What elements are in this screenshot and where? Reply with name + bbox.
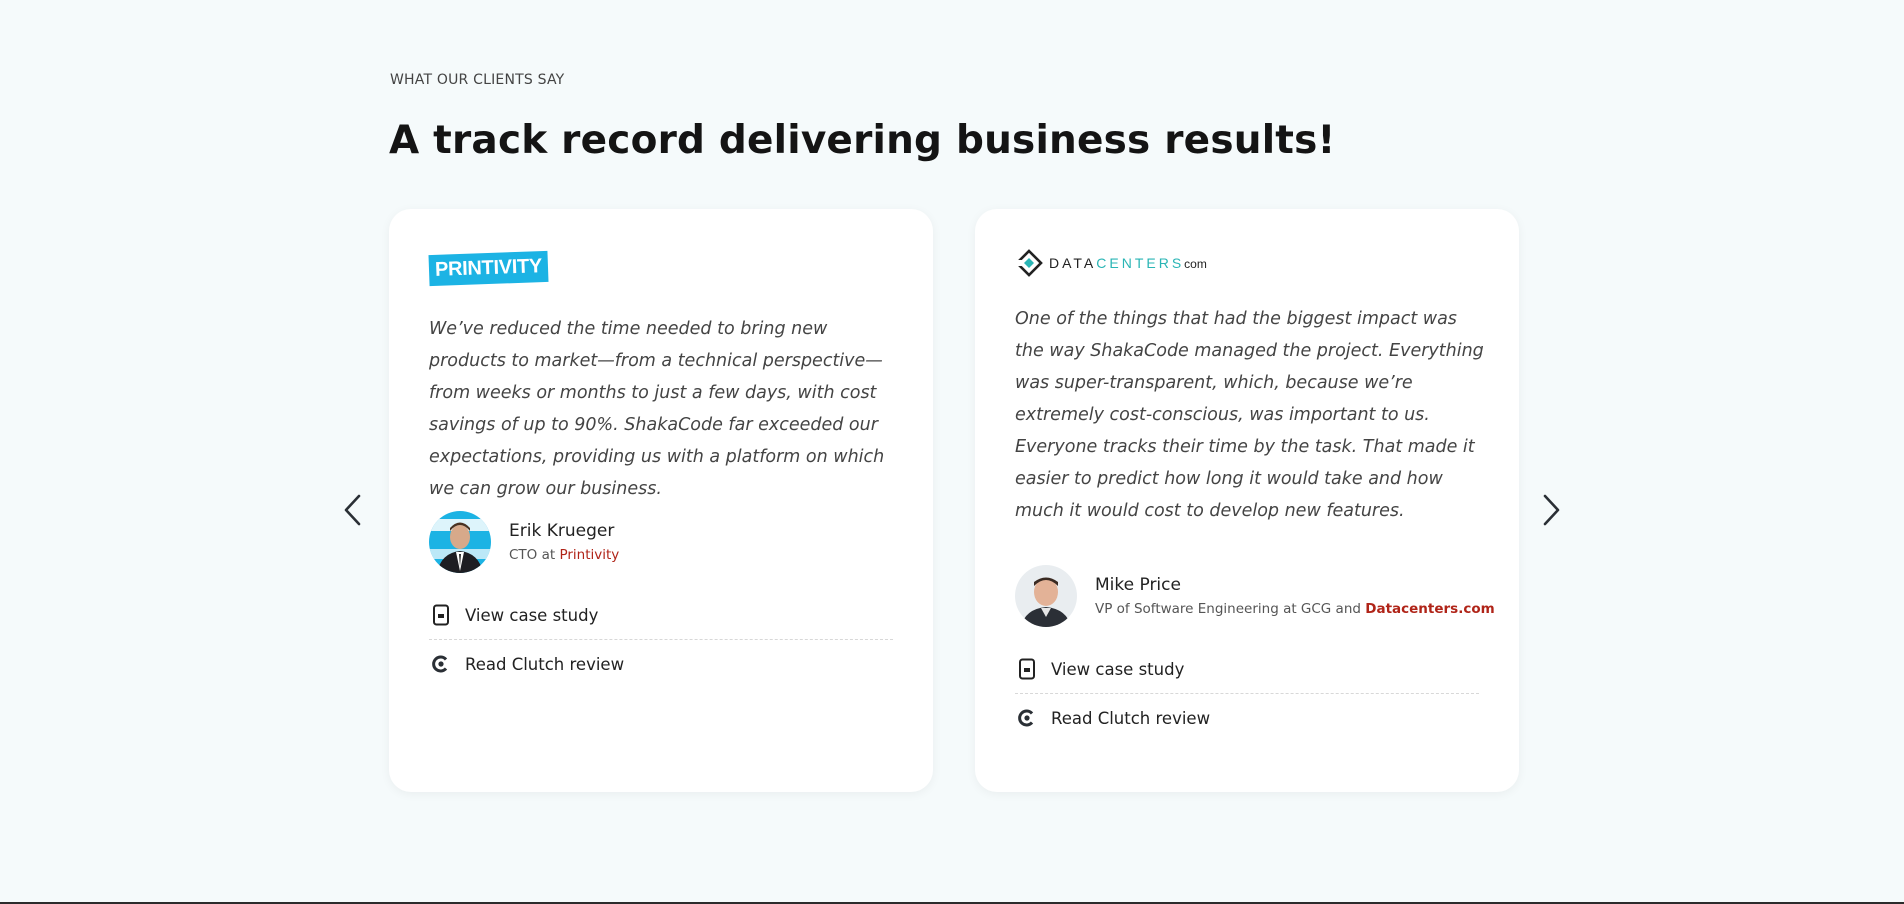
testimonial-card: DATACENTERScom One of the things that ha… (975, 209, 1519, 792)
document-icon (1015, 657, 1039, 681)
view-case-study-link[interactable]: View case study (1015, 645, 1479, 693)
chevron-left-icon (344, 494, 361, 526)
datacenters-logo-part-2: CENTERS (1096, 255, 1185, 271)
author-role-prefix: CTO at (509, 547, 560, 563)
author-role-prefix: VP of Software Engineering at GCG and (1095, 601, 1366, 617)
view-case-study-label: View case study (1051, 659, 1185, 679)
testimonial-quote: We’ve reduced the time needed to bring n… (429, 319, 885, 499)
author-name: Mike Price (1095, 575, 1181, 595)
section-title: A track record delivering business resul… (389, 118, 1336, 163)
clutch-icon (1015, 706, 1039, 730)
avatar (429, 511, 491, 573)
read-clutch-review-link[interactable]: Read Clutch review (429, 639, 893, 688)
read-clutch-review-link[interactable]: Read Clutch review (1015, 693, 1479, 742)
carousel-next-button[interactable] (1536, 490, 1566, 530)
read-clutch-review-label: Read Clutch review (465, 654, 625, 674)
testimonial-links: View case study Read Clutch review (429, 591, 893, 688)
datacenters-logo: DATACENTERScom (1015, 249, 1207, 277)
document-icon (429, 603, 453, 627)
author-role: VP of Software Engineering at GCG and Da… (1095, 601, 1495, 617)
datacenters-diamond-icon (1015, 249, 1043, 277)
author-name: Erik Krueger (509, 521, 615, 541)
author-company-link[interactable]: Printivity (559, 547, 619, 563)
datacenters-logo-part-3: com (1184, 257, 1207, 271)
section-eyebrow: WHAT OUR CLIENTS SAY (390, 72, 565, 88)
carousel-prev-button[interactable] (338, 490, 368, 530)
chevron-right-icon (1543, 494, 1560, 526)
testimonial-author: Mike Price VP of Software Engineering at… (1015, 565, 1495, 627)
view-case-study-link[interactable]: View case study (429, 591, 893, 639)
testimonial-links: View case study Read Clutch review (1015, 645, 1479, 742)
view-case-study-label: View case study (465, 605, 599, 625)
datacenters-logo-part-1: DATA (1049, 255, 1097, 271)
testimonial-author: Erik Krueger CTO at Printivity (429, 511, 619, 573)
read-clutch-review-label: Read Clutch review (1051, 708, 1211, 728)
testimonial-card: PRINTIVITY We’ve reduced the time needed… (389, 209, 933, 792)
printivity-logo: PRINTIVITY (428, 250, 549, 287)
printivity-logo-text: PRINTIVITY (428, 250, 549, 287)
author-company-link[interactable]: Datacenters.com (1365, 601, 1494, 617)
clutch-icon (429, 652, 453, 676)
testimonial-quote: One of the things that had the biggest i… (1015, 309, 1484, 521)
avatar (1015, 565, 1077, 627)
author-role: CTO at Printivity (509, 547, 619, 563)
